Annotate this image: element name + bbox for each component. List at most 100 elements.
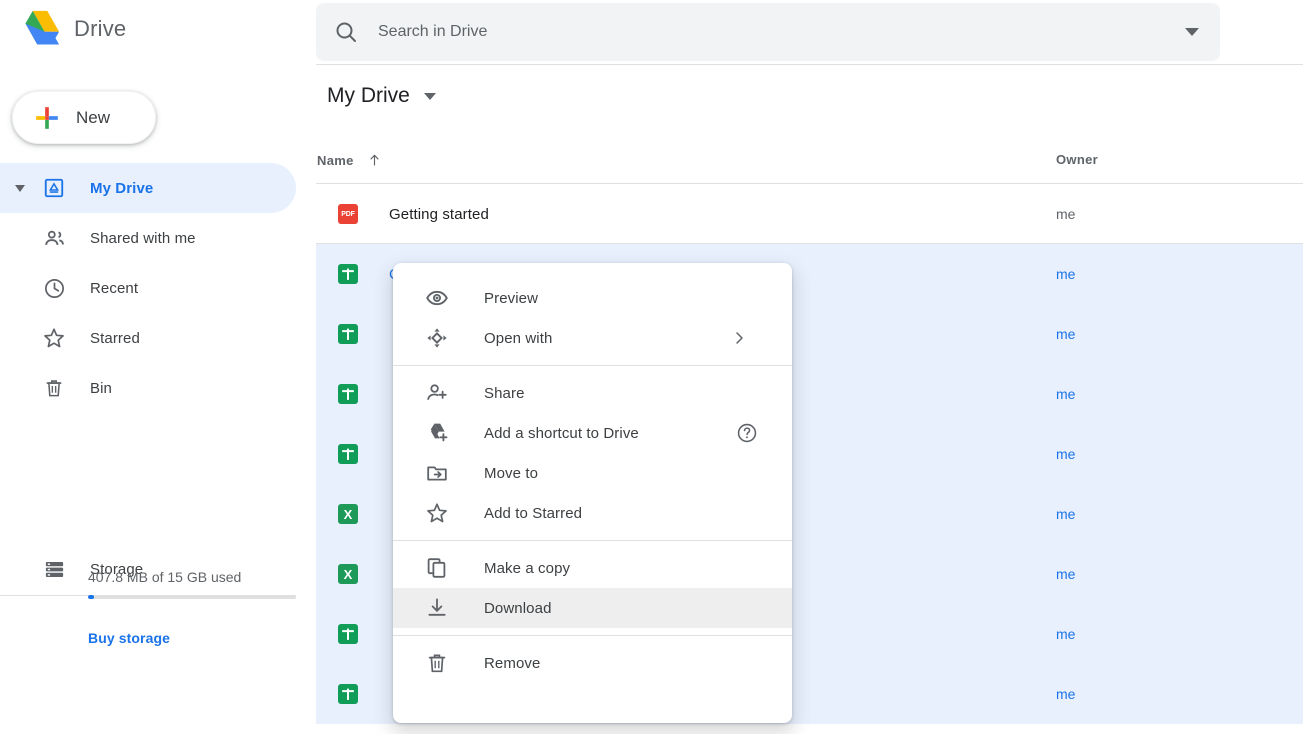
move-to-icon [425, 461, 449, 485]
sidebar-item-shared-with-me[interactable]: Shared with me [0, 213, 316, 263]
sheet-file-icon [338, 624, 358, 644]
trash-icon [425, 651, 449, 675]
search-icon [336, 22, 356, 42]
sidebar-nav: My Drive Shared with me Recent Starred B… [0, 163, 316, 596]
google-drive-logo [25, 10, 60, 45]
sheet-file-icon [338, 684, 358, 704]
sidebar-item-bin[interactable]: Bin [0, 363, 316, 413]
file-owner: me [1056, 566, 1076, 582]
my-drive-icon [39, 173, 69, 203]
file-owner: me [1056, 386, 1076, 402]
star-icon [425, 501, 449, 525]
storage-progress-fill [88, 595, 94, 599]
context-menu: Preview Open with Share Add a shortcut to D… [393, 263, 792, 723]
sheet-file-icon [338, 324, 358, 344]
people-icon [39, 223, 69, 253]
menu-item-make-a-copy[interactable]: Make a copy [393, 548, 792, 588]
column-header-name-label: Name [317, 152, 354, 168]
menu-item-add-to-starred[interactable]: Add to Starred [393, 493, 792, 533]
page-title: My Drive [327, 84, 410, 107]
menu-item-remove[interactable]: Remove [393, 643, 792, 683]
storage-used-text: 407.8 MB of 15 GB used [88, 569, 242, 585]
eye-icon [425, 286, 449, 310]
menu-item-move-to[interactable]: Move to [393, 453, 792, 493]
expand-caret[interactable] [8, 184, 32, 192]
drive-app: Drive New [0, 0, 1303, 734]
menu-item-download[interactable]: Download [393, 588, 792, 628]
menu-item-label: Remove [484, 654, 541, 672]
sheet-file-icon [338, 444, 358, 464]
menu-item-label: Add a shortcut to Drive [484, 424, 639, 442]
menu-item-label: Add to Starred [484, 504, 583, 522]
context-menu-group: Preview Open with [393, 271, 792, 365]
menu-item-label: Move to [484, 464, 539, 482]
copy-icon [425, 556, 449, 580]
file-owner: me [1056, 446, 1076, 462]
chevron-down-icon[interactable] [423, 92, 436, 100]
download-icon [425, 596, 449, 620]
person-add-icon [425, 381, 449, 405]
sheet-file-icon [338, 384, 358, 404]
file-name: Getting started [389, 205, 489, 223]
brand-title: Drive [74, 16, 127, 41]
search-bar[interactable] [316, 3, 1220, 61]
sidebar-item-recent[interactable]: Recent [0, 263, 316, 313]
menu-item-add-a-shortcut-to-drive[interactable]: Add a shortcut to Drive [393, 413, 792, 453]
menu-item-share[interactable]: Share [393, 373, 792, 413]
table-row[interactable]: PDF Getting started me [316, 184, 1303, 244]
drive-add-icon [425, 421, 449, 445]
column-header-name[interactable]: Name [317, 152, 382, 168]
file-owner: me [1056, 506, 1076, 522]
menu-item-label: Download [484, 599, 552, 617]
menu-item-label: Open with [484, 329, 553, 347]
chevron-right-icon [731, 330, 747, 346]
context-menu-group: Share Add a shortcut to Drive Move to Add t… [393, 365, 792, 540]
main-divider [316, 64, 1303, 65]
help-icon[interactable] [736, 422, 758, 444]
sidebar-item-label: My Drive [90, 179, 154, 197]
brand[interactable]: Drive [18, 9, 126, 49]
excel-file-icon: X [338, 564, 358, 584]
new-button[interactable]: New [12, 91, 156, 144]
plus-icon [36, 106, 58, 129]
file-owner: me [1056, 206, 1076, 222]
sidebar-item-label: Shared with me [90, 229, 196, 247]
top-bar: Drive [0, 0, 1303, 64]
menu-item-label: Preview [484, 289, 539, 307]
file-owner: me [1056, 626, 1076, 642]
buy-storage-link[interactable]: Buy storage [88, 630, 170, 646]
open-with-icon [425, 326, 449, 350]
sidebar-item-label: Bin [90, 379, 112, 397]
arrow-up-icon [370, 154, 379, 166]
context-menu-group: Remove [393, 635, 792, 690]
sidebar: New My Drive Shared with me Recent Starr… [0, 64, 316, 734]
storage-progress-bar [88, 595, 296, 599]
search-input[interactable] [378, 23, 1164, 41]
context-menu-group: Make a copy Download [393, 540, 792, 635]
storage-icon [39, 554, 69, 584]
column-headers: Name Owner [316, 138, 1303, 184]
chevron-down-icon [1185, 28, 1199, 36]
sidebar-item-label: Starred [90, 329, 140, 347]
sidebar-item-label: Recent [90, 279, 139, 297]
new-button-label: New [76, 107, 111, 127]
file-owner: me [1056, 266, 1076, 282]
menu-item-open-with[interactable]: Open with [393, 318, 792, 358]
trash-icon [39, 373, 69, 403]
sheet-file-icon [338, 264, 358, 284]
column-header-owner[interactable]: Owner [1056, 152, 1098, 167]
excel-file-icon: X [338, 504, 358, 524]
breadcrumb[interactable]: My Drive [327, 84, 436, 108]
sidebar-item-my-drive[interactable]: My Drive [0, 163, 296, 213]
clock-icon [39, 273, 69, 303]
chevron-down-icon [15, 184, 25, 192]
pdf-file-icon: PDF [338, 204, 358, 224]
menu-item-preview[interactable]: Preview [393, 278, 792, 318]
file-owner: me [1056, 326, 1076, 342]
menu-item-label: Make a copy [484, 559, 571, 577]
search-options-button[interactable] [1164, 3, 1220, 61]
file-owner: me [1056, 686, 1076, 702]
star-icon [39, 323, 69, 353]
menu-item-label: Share [484, 384, 525, 402]
sidebar-item-starred[interactable]: Starred [0, 313, 316, 363]
